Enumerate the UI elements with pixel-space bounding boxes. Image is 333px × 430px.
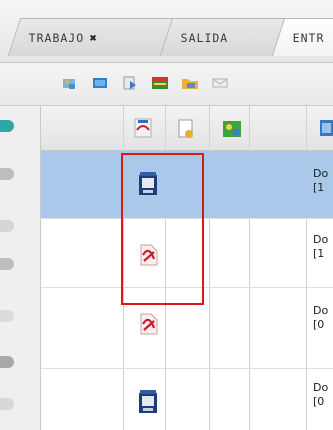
tool-a-icon[interactable] <box>61 75 79 91</box>
b-icon[interactable] <box>0 398 14 410</box>
grid-header <box>41 106 333 151</box>
document-label: Do [0 <box>313 381 329 408</box>
tab-bar: TRABAJO ✖ SALIDA ENTR <box>0 0 333 63</box>
scanned-document-icon <box>139 390 157 413</box>
tab-trabajo[interactable]: TRABAJO ✖ <box>7 18 179 56</box>
highlight-box <box>121 153 204 305</box>
left-tool-column <box>0 106 41 430</box>
image-column-icon[interactable] <box>221 118 243 140</box>
document-label: Do [0 <box>313 304 329 331</box>
tool-c-icon[interactable] <box>121 75 139 91</box>
tab-salida[interactable]: SALIDA <box>159 18 291 56</box>
tool-e-icon[interactable] <box>181 75 199 91</box>
filter-icon[interactable] <box>0 120 14 132</box>
document-label: Do [1 <box>313 233 329 260</box>
tab-label: SALIDA <box>180 30 229 45</box>
undo-icon[interactable] <box>0 310 14 322</box>
circle-icon[interactable] <box>0 220 14 232</box>
pdf-column-icon[interactable] <box>131 116 155 140</box>
document-label: Do [1 <box>313 167 329 194</box>
tab-label: TRABAJO <box>28 30 85 45</box>
tool-b-icon[interactable] <box>91 75 109 91</box>
pdf-document-icon <box>140 313 158 335</box>
toolbar <box>0 63 333 106</box>
header-icon[interactable] <box>319 118 333 138</box>
tool-d-icon[interactable] <box>151 75 169 91</box>
tab-label: ENTR <box>292 30 325 45</box>
circle-icon[interactable] <box>0 258 14 270</box>
table-row[interactable]: Do [0 <box>41 369 333 430</box>
bar-icon[interactable] <box>0 356 14 368</box>
document-column-icon[interactable] <box>176 118 196 140</box>
circle-icon[interactable] <box>0 168 14 180</box>
tool-f-icon[interactable] <box>211 75 229 91</box>
close-icon[interactable]: ✖ <box>90 31 98 45</box>
